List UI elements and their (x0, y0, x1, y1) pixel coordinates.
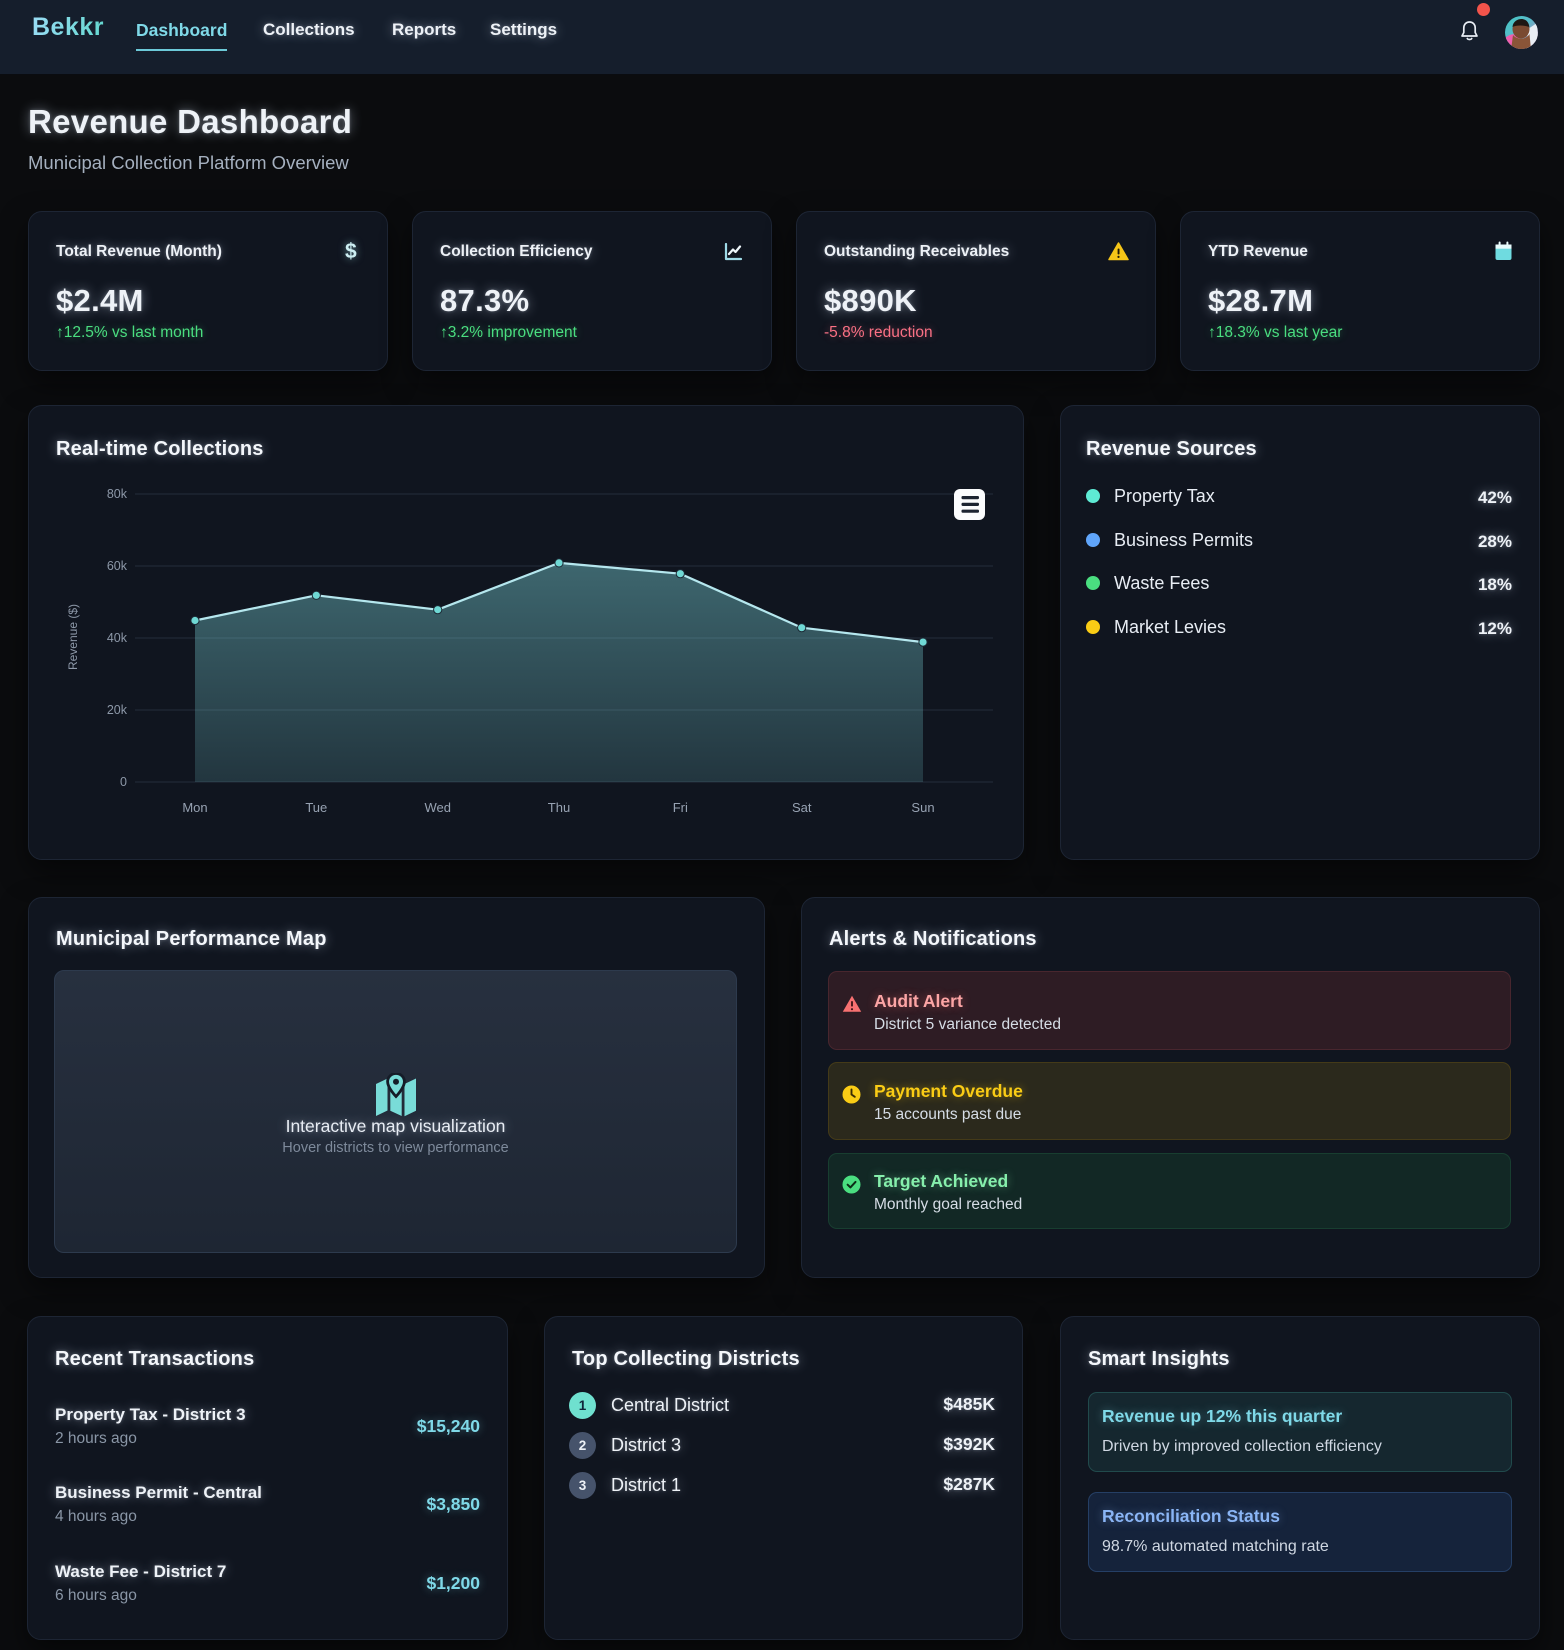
svg-text:Fri: Fri (673, 800, 688, 815)
svg-text:Thu: Thu (548, 800, 570, 815)
svg-text:Revenue ($): Revenue ($) (66, 604, 80, 670)
svg-text:80k: 80k (107, 487, 128, 501)
svg-text:40k: 40k (107, 631, 128, 645)
svg-text:Wed: Wed (424, 800, 451, 815)
svg-text:60k: 60k (107, 559, 128, 573)
svg-text:20k: 20k (107, 703, 128, 717)
svg-text:Mon: Mon (182, 800, 207, 815)
svg-text:0: 0 (120, 775, 127, 789)
svg-text:Tue: Tue (305, 800, 327, 815)
svg-text:Sat: Sat (792, 800, 812, 815)
svg-text:Sun: Sun (911, 800, 934, 815)
